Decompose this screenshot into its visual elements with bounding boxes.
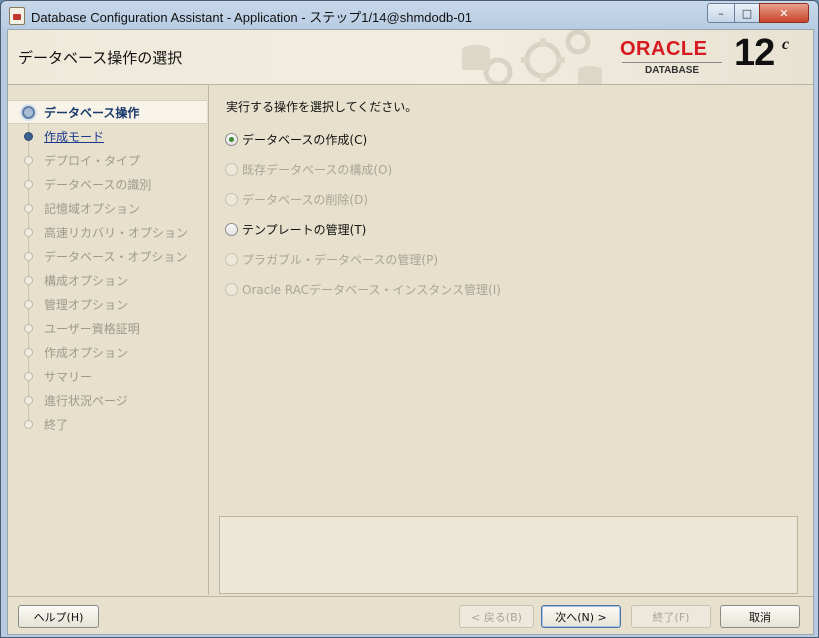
step-indicator-icon xyxy=(24,132,33,141)
radio-button xyxy=(225,283,238,296)
version-suffix: c xyxy=(782,36,790,53)
finish-button[interactable]: 終了(F) xyxy=(631,605,711,628)
step-indicator-icon xyxy=(24,276,33,285)
help-button[interactable]: ヘルプ(H) xyxy=(18,605,99,628)
radio-label: プラガブル・データベースの管理(P) xyxy=(242,253,439,267)
nav-step: 管理オプション xyxy=(8,293,208,315)
step-indicator-icon xyxy=(24,252,33,261)
nav-step-label: 高速リカバリ・オプション xyxy=(44,226,189,240)
nav-step-label: データベース・オプション xyxy=(44,250,188,264)
radio-button xyxy=(225,253,238,266)
oracle-logo-text: ORACLE xyxy=(620,38,708,60)
step-indicator-icon xyxy=(24,156,33,165)
radio-button xyxy=(225,193,238,206)
nav-step-label: サマリー xyxy=(44,370,93,384)
nav-step-label: 作成オプション xyxy=(44,346,129,360)
operation-panel: 実行する操作を選択してください。 データベースの作成(C) 既存データベースの構成… xyxy=(215,85,807,595)
message-area xyxy=(219,516,798,594)
step-indicator-icon xyxy=(24,204,33,213)
nav-step: データベースの識別 xyxy=(8,173,208,195)
oracle-logo-subtitle: DATABASE xyxy=(645,65,700,76)
close-button[interactable]: ✕ xyxy=(759,3,809,23)
nav-step: ユーザー資格証明 xyxy=(8,317,208,339)
step-indicator-icon xyxy=(24,228,33,237)
minimize-button[interactable]: – xyxy=(707,3,735,23)
nav-step-label: 管理オプション xyxy=(44,298,129,312)
nav-step-label: 作成モード xyxy=(44,130,105,144)
nav-step: 進行状況ページ xyxy=(8,389,208,411)
nav-step-label: データベース操作 xyxy=(44,106,140,120)
step-indicator-icon xyxy=(24,324,33,333)
back-button[interactable]: < 戻る(B) xyxy=(459,605,534,628)
nav-step-label: ユーザー資格証明 xyxy=(44,322,140,336)
nav-step: 作成オプション xyxy=(8,341,208,363)
nav-step: 記憶域オプション xyxy=(8,197,208,219)
step-indicator-icon xyxy=(24,348,33,357)
nav-step: デプロイ・タイプ xyxy=(8,149,208,171)
radio-label: データベースの作成(C) xyxy=(242,133,368,147)
step-indicator-icon xyxy=(24,396,33,405)
radio-label: テンプレートの管理(T) xyxy=(242,223,367,237)
nav-step-label: 記憶域オプション xyxy=(44,202,141,216)
title-bar[interactable]: Database Configuration Assistant - Appli… xyxy=(1,1,818,29)
operation-option[interactable]: データベースの作成(C) xyxy=(225,130,785,150)
gears-decoration-icon xyxy=(462,30,602,84)
step-indicator-icon xyxy=(24,300,33,309)
radio-button[interactable] xyxy=(225,223,238,236)
radio-label: 既存データベースの構成(O) xyxy=(242,163,393,177)
nav-step: 構成オプション xyxy=(8,269,208,291)
nav-step[interactable]: データベース操作 xyxy=(8,100,207,124)
radio-button[interactable] xyxy=(225,133,238,146)
nav-step[interactable]: 作成モード xyxy=(8,125,208,147)
page-title: データベース操作の選択 xyxy=(18,49,183,67)
cancel-button[interactable]: 取消 xyxy=(720,605,800,628)
nav-step-label: 終了 xyxy=(44,418,69,432)
nav-step-label: データベースの識別 xyxy=(44,178,152,192)
next-button[interactable]: 次へ(N) > xyxy=(541,605,621,628)
radio-label: データベースの削除(D) xyxy=(242,193,369,207)
window-title: Database Configuration Assistant - Appli… xyxy=(31,10,472,25)
nav-step: 終了 xyxy=(8,413,208,435)
dbca-window: Database Configuration Assistant - Appli… xyxy=(0,0,819,638)
maximize-button[interactable]: □ xyxy=(734,3,760,23)
nav-step-label: 進行状況ページ xyxy=(44,394,128,408)
operation-option: データベースの削除(D) xyxy=(225,190,785,210)
operation-option: 既存データベースの構成(O) xyxy=(225,160,785,180)
operation-option: Oracle RACデータベース・インスタンス管理(I) xyxy=(225,280,785,300)
instruction-text: 実行する操作を選択してください。 xyxy=(226,100,418,114)
step-indicator-icon xyxy=(24,180,33,189)
operation-option: プラガブル・データベースの管理(P) xyxy=(225,250,785,270)
dialog-content: データベース操作の選択 ORACLE DATABASE 12 c データベース操… xyxy=(7,29,814,635)
java-app-icon xyxy=(9,7,25,25)
radio-label: Oracle RACデータベース・インスタンス管理(I) xyxy=(242,283,501,297)
step-indicator-icon xyxy=(24,372,33,381)
nav-step-label: 構成オプション xyxy=(44,274,129,288)
nav-step-label: デプロイ・タイプ xyxy=(44,154,141,168)
nav-step: 高速リカバリ・オプション xyxy=(8,221,208,243)
button-bar: ヘルプ(H) < 戻る(B) 次へ(N) > 終了(F) 取消 xyxy=(8,596,813,635)
step-indicator-icon xyxy=(24,420,33,429)
nav-step: データベース・オプション xyxy=(8,245,208,267)
step-indicator-icon xyxy=(22,106,35,119)
radio-button xyxy=(225,163,238,176)
version-number: 12 xyxy=(734,32,775,74)
nav-step: サマリー xyxy=(8,365,208,387)
header-banner: データベース操作の選択 ORACLE DATABASE 12 c xyxy=(8,30,813,85)
step-navigation: データベース操作 作成モードデプロイ・タイプ データベースの識別 記憶域オプション高速… xyxy=(8,85,209,595)
operation-option[interactable]: テンプレートの管理(T) xyxy=(225,220,785,240)
oracle-logo: ORACLE DATABASE xyxy=(620,38,730,78)
